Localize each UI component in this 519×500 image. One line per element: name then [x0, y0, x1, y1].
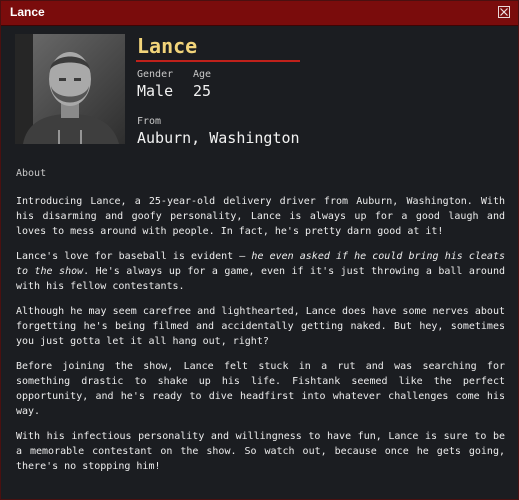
about-paragraph-2: Lance's love for baseball is evident — h…	[16, 249, 505, 294]
name-underline	[136, 60, 300, 62]
gender-label: Gender	[137, 69, 174, 80]
age-value: 25	[193, 82, 212, 100]
about-paragraph-3: Although he may seem carefree and lighth…	[16, 306, 505, 347]
profile-photo	[15, 34, 125, 144]
from-value: Auburn, Washington	[137, 129, 300, 147]
about-paragraph-1: Introducing Lance, a 25-year-old deliver…	[16, 196, 505, 237]
close-icon[interactable]	[498, 6, 510, 18]
about-paragraph-2-start: Lance's love for baseball is evident —	[16, 251, 252, 262]
title-bar[interactable]: Lance	[1, 1, 518, 26]
window-content: Lance Gender Male Age 25 From Auburn, Wa…	[1, 26, 518, 499]
about-paragraph-4: Before joining the show, Lance felt stuc…	[16, 361, 505, 417]
gender-value: Male	[137, 82, 174, 100]
window-title: Lance	[10, 5, 45, 19]
age-label: Age	[193, 69, 212, 80]
from-label: From	[137, 116, 162, 127]
profile-name: Lance	[137, 34, 198, 58]
about-paragraph-5: With his infectious personality and will…	[16, 431, 505, 472]
about-paragraph-2-end: . He's always up for a game, even if it'…	[16, 266, 505, 292]
profile-window: Lance Lance Gender Male Age 25 From Aubu…	[0, 0, 519, 500]
about-heading: About	[16, 168, 47, 179]
about-text: Introducing Lance, a 25-year-old deliver…	[16, 194, 505, 484]
